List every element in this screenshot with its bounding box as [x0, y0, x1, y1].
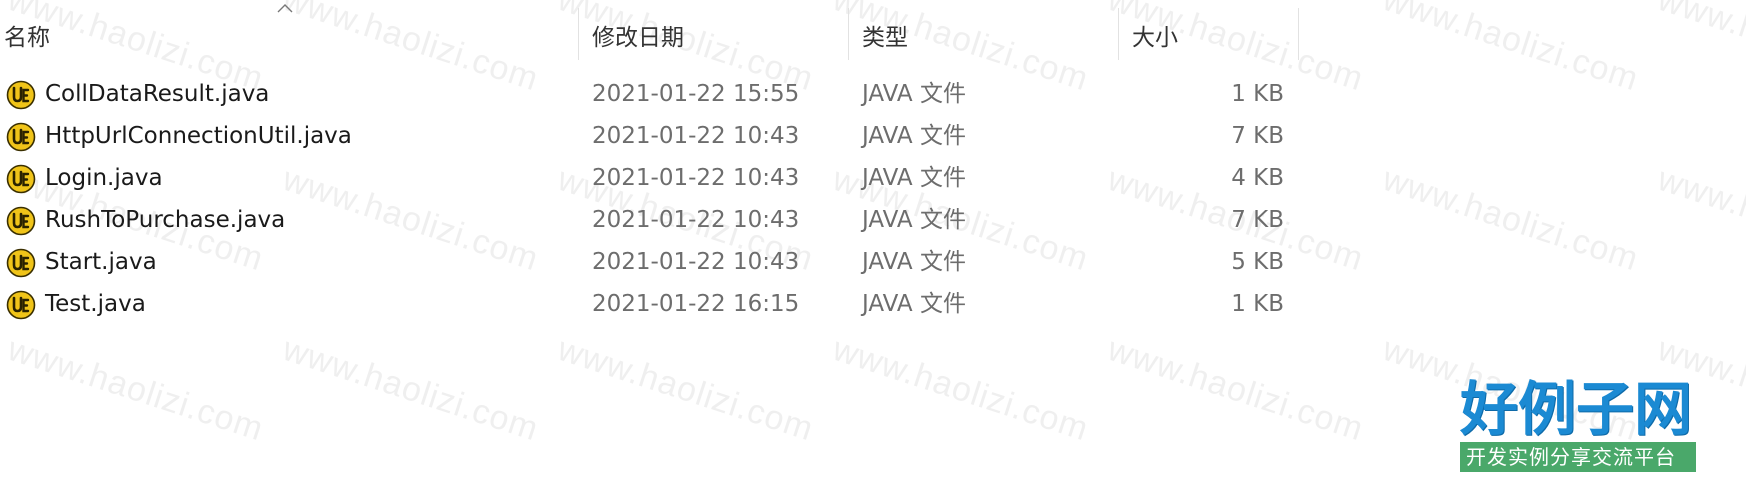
file-size: 7 KB — [1231, 123, 1284, 149]
file-modified-date: 2021-01-22 10:43 — [592, 165, 800, 191]
sort-ascending-icon[interactable] — [276, 2, 294, 14]
file-name: Test.java — [45, 291, 146, 317]
watermark-text: www.haolizi.com — [278, 330, 544, 449]
column-header-size[interactable]: 大小 — [1132, 18, 1178, 52]
column-header-date[interactable]: 修改日期 — [592, 18, 684, 52]
file-size: 4 KB — [1231, 165, 1284, 191]
file-row[interactable]: RushToPurchase.java 2021-01-22 10:43 JAV… — [0, 199, 1300, 241]
file-name: HttpUrlConnectionUtil.java — [45, 123, 352, 149]
watermark-text: www.haolizi.com — [553, 330, 819, 449]
file-name: Start.java — [45, 249, 157, 275]
logo-title: 好例子网 — [1460, 375, 1693, 443]
column-header-name[interactable]: 名称 — [4, 18, 50, 52]
column-header-bar: 名称 修改日期 类型 大小 — [0, 0, 1746, 68]
file-type: JAVA 文件 — [862, 249, 966, 275]
ue-java-file-icon — [6, 206, 36, 236]
file-name: RushToPurchase.java — [45, 207, 286, 233]
file-modified-date: 2021-01-22 16:15 — [592, 291, 800, 317]
file-modified-date: 2021-01-22 10:43 — [592, 249, 800, 275]
column-header-type[interactable]: 类型 — [862, 18, 908, 52]
ue-java-file-icon — [6, 248, 36, 278]
file-row[interactable]: HttpUrlConnectionUtil.java 2021-01-22 10… — [0, 115, 1300, 157]
ue-java-file-icon — [6, 290, 36, 320]
watermark-text: www.haolizi.com — [1103, 330, 1369, 449]
ue-java-file-icon — [6, 80, 36, 110]
site-logo: 好例子网 开发实例分享交流平台 — [1460, 378, 1696, 472]
column-divider[interactable] — [1118, 8, 1119, 60]
file-name: Login.java — [45, 165, 163, 191]
file-modified-date: 2021-01-22 10:43 — [592, 207, 800, 233]
watermark-text: www.haolizi.com — [3, 330, 269, 449]
file-type: JAVA 文件 — [862, 165, 966, 191]
file-type: JAVA 文件 — [862, 123, 966, 149]
file-row[interactable]: Test.java 2021-01-22 16:15 JAVA 文件 1 KB — [0, 283, 1300, 325]
ue-java-file-icon — [6, 122, 36, 152]
file-size: 7 KB — [1231, 207, 1284, 233]
file-modified-date: 2021-01-22 10:43 — [592, 123, 800, 149]
column-divider[interactable] — [1298, 8, 1299, 60]
ue-java-file-icon — [6, 164, 36, 194]
file-size: 5 KB — [1231, 249, 1284, 275]
file-row[interactable]: CollDataResult.java 2021-01-22 15:55 JAV… — [0, 73, 1300, 115]
file-size: 1 KB — [1231, 81, 1284, 107]
file-type: JAVA 文件 — [862, 81, 966, 107]
file-type: JAVA 文件 — [862, 291, 966, 317]
file-name: CollDataResult.java — [45, 81, 270, 107]
file-type: JAVA 文件 — [862, 207, 966, 233]
logo-subtitle: 开发实例分享交流平台 — [1460, 442, 1696, 472]
column-divider[interactable] — [848, 8, 849, 60]
file-row[interactable]: Start.java 2021-01-22 10:43 JAVA 文件 5 KB — [0, 241, 1300, 283]
column-divider[interactable] — [578, 8, 579, 60]
file-explorer-view: www.haolizi.com www.haolizi.com www.haoliz… — [0, 0, 1746, 482]
watermark-text: www.haolizi.com — [828, 330, 1094, 449]
file-list: CollDataResult.java 2021-01-22 15:55 JAV… — [0, 73, 1746, 325]
file-row[interactable]: Login.java 2021-01-22 10:43 JAVA 文件 4 KB — [0, 157, 1300, 199]
file-size: 1 KB — [1231, 291, 1284, 317]
file-modified-date: 2021-01-22 15:55 — [592, 81, 800, 107]
